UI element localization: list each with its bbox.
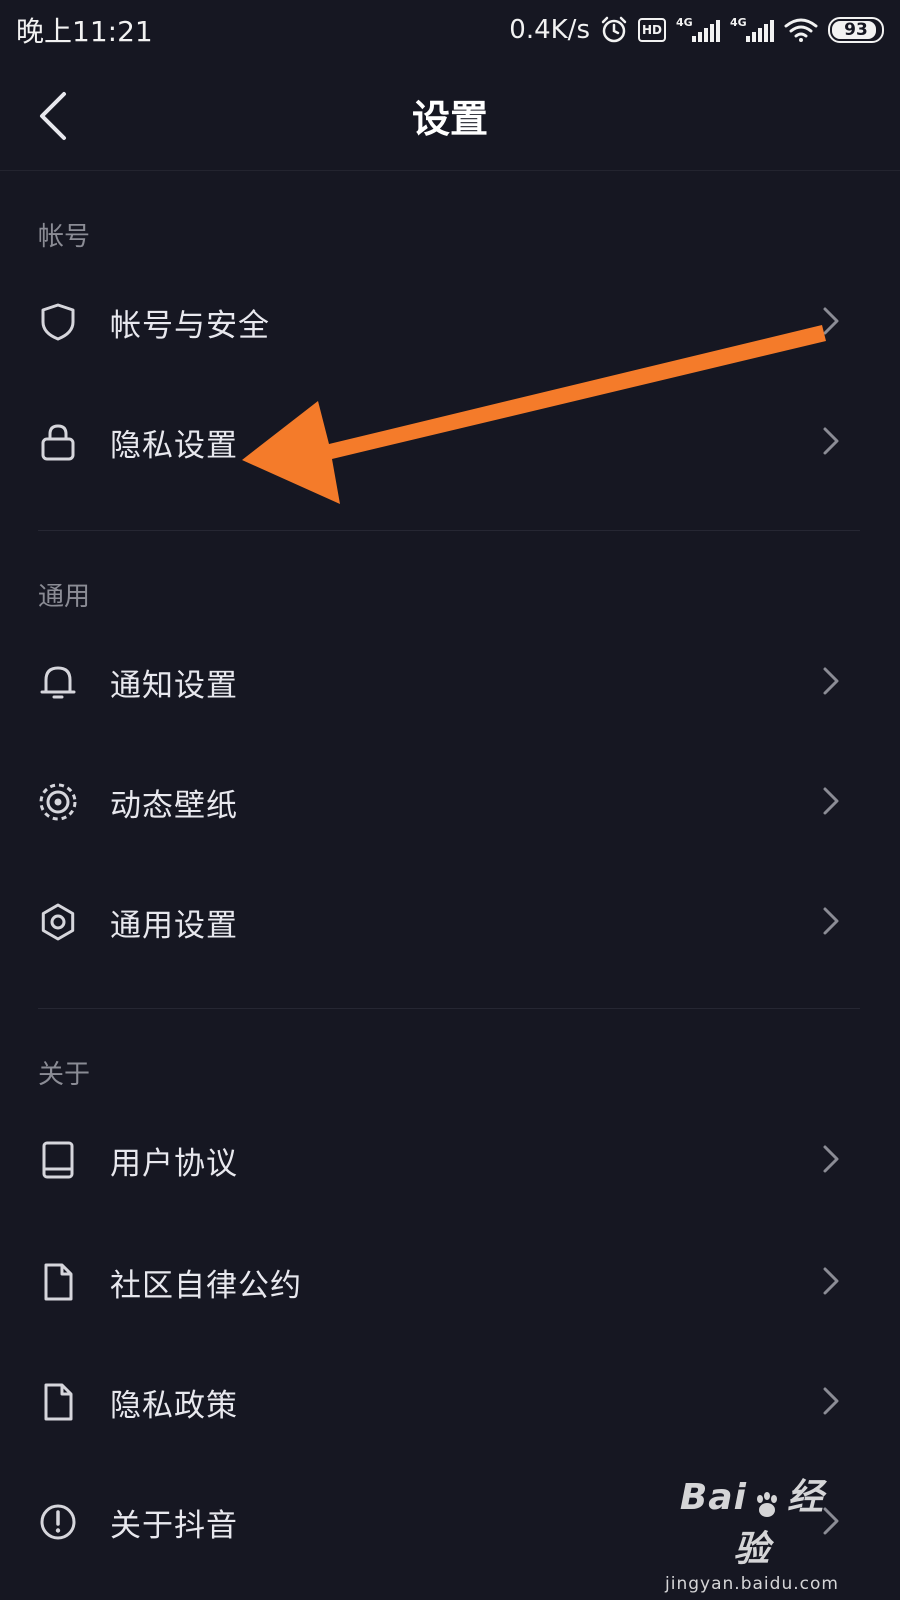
page-title: 设置 — [411, 97, 488, 141]
section-divider — [38, 1008, 860, 1009]
gear-icon — [41, 903, 75, 941]
status-indicators: 0.4K/s HD 4G 4G 93 — [509, 15, 884, 45]
settings-item-label: 用户协议 — [110, 1146, 238, 1182]
wifi-icon — [784, 18, 818, 42]
signal-icon-2: 4G — [730, 16, 774, 42]
chevron-right-icon — [823, 907, 839, 935]
settings-item-label: 关于抖音 — [110, 1508, 238, 1544]
hd-badge: HD — [638, 18, 666, 42]
settings-item-label: 通知设置 — [110, 668, 238, 704]
settings-item-label: 隐私设置 — [110, 428, 238, 464]
settings-item-label: 通用设置 — [110, 908, 238, 944]
network-type-label-2: 4G — [730, 16, 747, 29]
bell-icon — [40, 666, 76, 699]
settings-item-community-guidelines[interactable]: 社区自律公约 — [0, 1222, 900, 1342]
alarm-icon — [601, 16, 627, 43]
network-type-label: 4G — [676, 16, 693, 29]
chevron-right-icon — [823, 307, 839, 335]
battery-icon: 93 — [828, 17, 884, 43]
section-label-general: 通用 — [38, 582, 91, 612]
settings-item-label: 帐号与安全 — [110, 308, 270, 344]
section-label-account: 帐号 — [38, 222, 91, 252]
watermark-logo: Bai 经验 — [662, 1468, 842, 1572]
settings-screen: 晚上11:21 0.4K/s HD 4G 4G 93 设置 帐号 帐号与安全 隐… — [0, 0, 900, 1600]
chevron-right-icon — [823, 1387, 839, 1415]
document-icon — [44, 1383, 73, 1421]
settings-item-notifications[interactable]: 通知设置 — [0, 622, 900, 742]
settings-item-live-wallpaper[interactable]: 动态壁纸 — [0, 742, 900, 862]
nav-header: 设置 — [0, 60, 900, 171]
wallpaper-icon — [39, 783, 77, 821]
settings-item-user-agreement[interactable]: 用户协议 — [0, 1100, 900, 1220]
settings-item-general-settings[interactable]: 通用设置 — [0, 862, 900, 982]
document-icon — [44, 1263, 73, 1301]
signal-icon: 4G — [676, 16, 720, 42]
battery-percent: 93 — [844, 20, 868, 40]
watermark-brand-left: Bai — [679, 1477, 747, 1518]
chevron-right-icon — [823, 787, 839, 815]
settings-item-privacy-policy[interactable]: 隐私政策 — [0, 1342, 900, 1462]
settings-item-label: 社区自律公约 — [110, 1268, 302, 1304]
status-time: 晚上11:21 — [16, 15, 153, 48]
settings-item-label: 动态壁纸 — [110, 788, 238, 824]
settings-item-account-security[interactable]: 帐号与安全 — [0, 262, 900, 382]
book-icon — [42, 1141, 74, 1179]
chevron-right-icon — [823, 667, 839, 695]
status-bar: 晚上11:21 0.4K/s HD 4G 4G 93 — [0, 0, 900, 60]
baidu-jingyan-watermark: Bai 经验 jingyan.baidu.com — [662, 1468, 842, 1594]
info-icon — [40, 1504, 76, 1540]
chevron-right-icon — [823, 1145, 839, 1173]
net-speed: 0.4K/s — [509, 15, 590, 45]
section-divider — [38, 530, 860, 531]
lock-icon — [41, 424, 75, 461]
chevron-right-icon — [823, 427, 839, 455]
section-label-about: 关于 — [38, 1060, 91, 1090]
shield-icon — [41, 303, 75, 341]
watermark-url: jingyan.baidu.com — [665, 1574, 839, 1594]
settings-item-privacy[interactable]: 隐私设置 — [0, 382, 900, 502]
chevron-right-icon — [823, 1267, 839, 1295]
paw-icon — [757, 1491, 778, 1517]
settings-item-label: 隐私政策 — [110, 1388, 238, 1424]
